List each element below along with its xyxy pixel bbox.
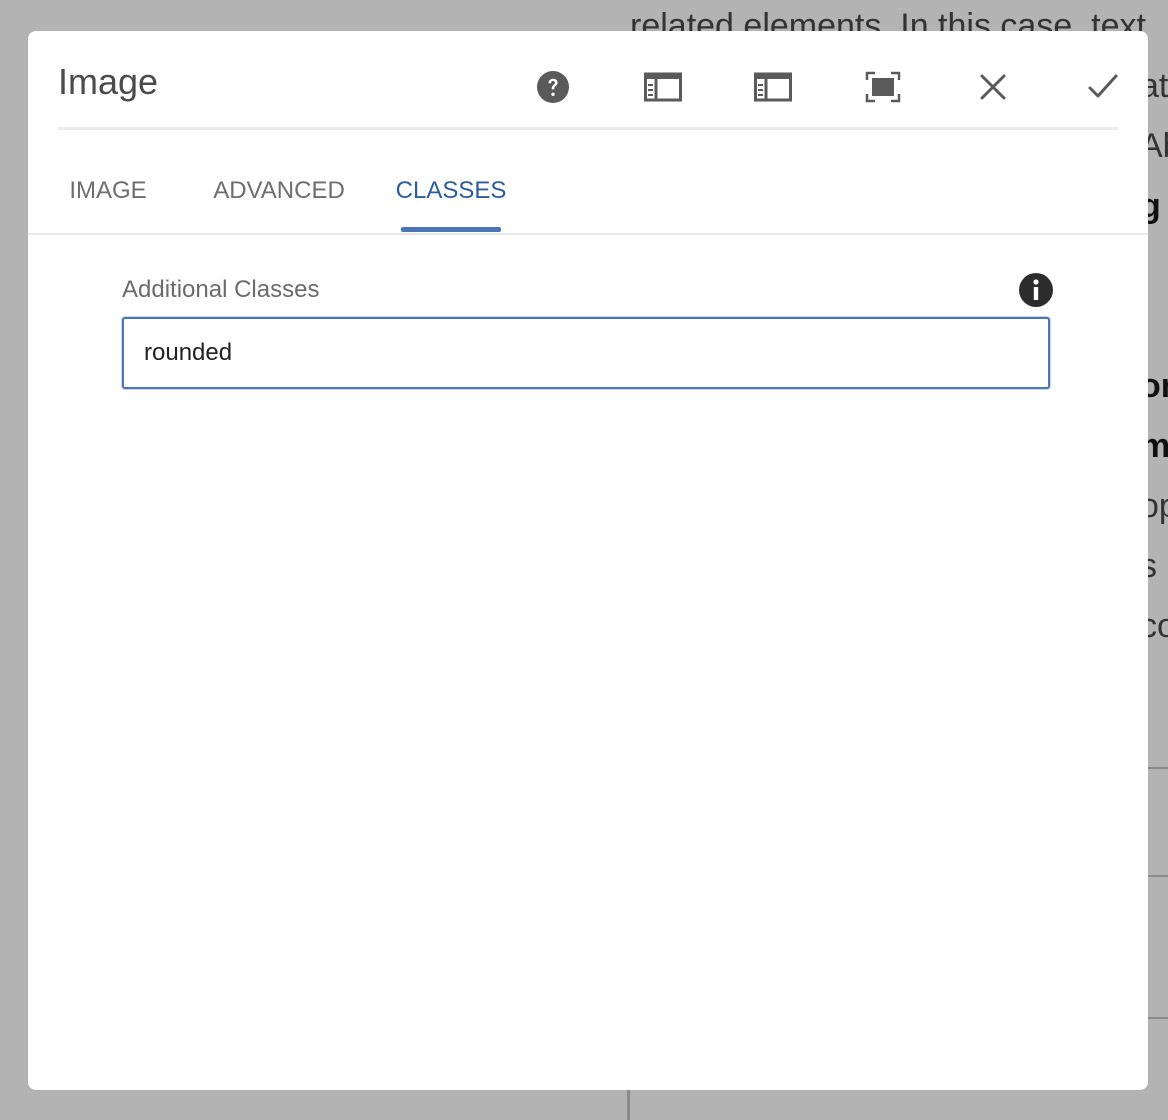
checkmark-icon: [1088, 74, 1118, 98]
dialog-title: Image: [58, 61, 159, 102]
cancel-button[interactable]: [938, 65, 1048, 109]
tab-image[interactable]: IMAGE: [58, 151, 158, 231]
image-dialog: Image IMAGE ADVANCED CLASSES Additional …: [28, 31, 1148, 1090]
toggle-side-panel-alt-button[interactable]: [718, 65, 828, 109]
help-icon: [537, 71, 569, 103]
fullscreen-icon: [865, 71, 901, 103]
done-button[interactable]: [1048, 65, 1158, 109]
tab-classes[interactable]: CLASSES: [396, 151, 507, 231]
help-button[interactable]: [498, 65, 608, 109]
background-divider: [1148, 875, 1168, 877]
background-divider: [627, 1090, 630, 1120]
tab-advanced[interactable]: ADVANCED: [208, 151, 350, 231]
background-divider: [1148, 767, 1168, 769]
additional-classes-label: Additional Classes: [122, 276, 320, 303]
toggle-side-panel-button[interactable]: [608, 65, 718, 109]
tab-bar: IMAGE ADVANCED CLASSES: [28, 151, 1148, 235]
fullscreen-button[interactable]: [828, 65, 938, 109]
header-divider: [58, 127, 1118, 130]
additional-classes-input[interactable]: [122, 317, 1050, 389]
active-tab-indicator: [401, 227, 501, 232]
dialog-toolbar: [498, 65, 1158, 109]
background-divider: [1148, 1017, 1168, 1019]
info-icon[interactable]: [1018, 272, 1054, 308]
close-icon: [980, 74, 1006, 100]
side-panel-icon: [754, 72, 792, 102]
side-panel-icon: [644, 72, 682, 102]
